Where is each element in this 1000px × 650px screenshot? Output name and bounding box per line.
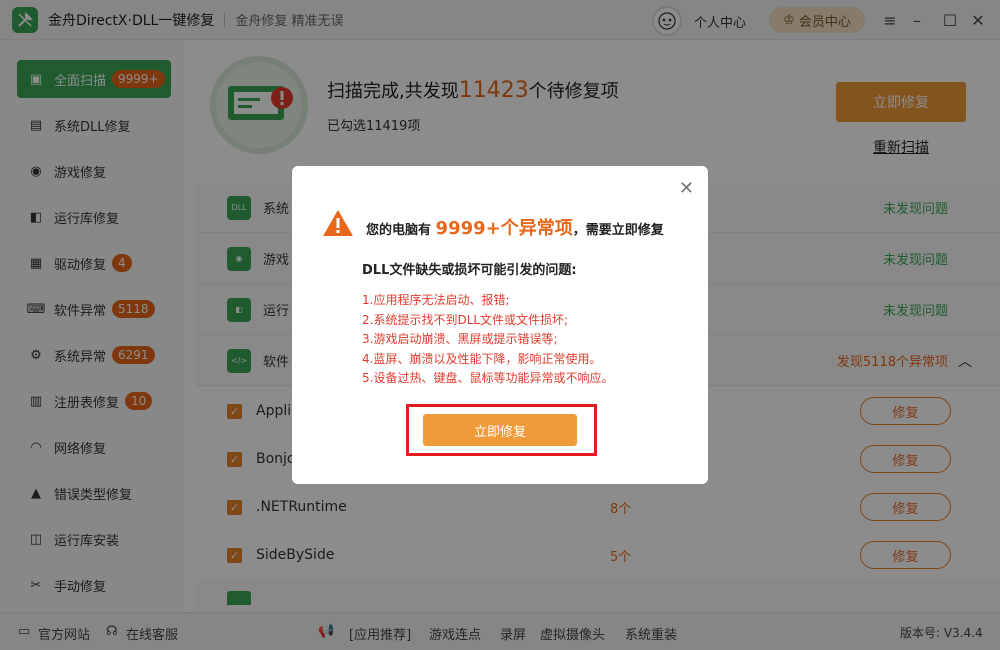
problem-item: 5.设备过热、键盘、鼠标等功能异常或不响应。 xyxy=(362,371,614,385)
title-prefix: 您的电脑有 xyxy=(366,223,432,238)
problem-item: 3.游戏启动崩溃、黑屏或提示错误等; xyxy=(362,332,558,346)
fix-now-dialog-button[interactable]: 立即修复 xyxy=(423,414,577,446)
dialog-title: 您的电脑有 9999+个异常项，需要立即修复 xyxy=(366,214,664,240)
problem-item: 2.系统提示找不到DLL文件或文件损坏; xyxy=(362,312,569,327)
problem-item: 4.蓝屏、崩溃以及性能下降，影响正常使用。 xyxy=(362,351,602,366)
repair-alert-dialog: ✕ 您的电脑有 9999+个异常项，需要立即修复 DLL文件缺失或损坏可能引发的… xyxy=(292,166,708,484)
dialog-subtitle: DLL文件缺失或损坏可能引发的问题: xyxy=(362,263,577,278)
problem-list: 1.应用程序无法启动、报错; 2.系统提示找不到DLL文件或文件损坏; 3.游戏… xyxy=(362,291,613,389)
title-count: 9999+个异常项 xyxy=(435,218,573,239)
app-window: 金舟DirectX·DLL一键修复 金舟修复 精准无误 个人中心 ♔ 会员中心 … xyxy=(0,0,1000,650)
warning-icon xyxy=(323,210,353,236)
problem-item: 1.应用程序无法启动、报错; xyxy=(362,293,510,307)
title-suffix: ，需要立即修复 xyxy=(572,223,664,238)
close-icon[interactable]: ✕ xyxy=(679,178,694,199)
